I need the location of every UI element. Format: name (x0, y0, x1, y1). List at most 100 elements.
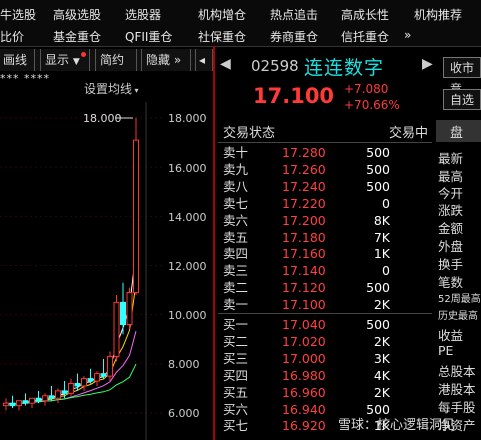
order-book-header: 交易状态 交易中 (218, 122, 432, 141)
stat-label: 笔数 (438, 275, 464, 290)
simple-mode-button[interactable]: 简约 (95, 49, 137, 71)
candle-body (35, 397, 42, 402)
trade-status-label: 交易状态 (223, 126, 276, 141)
level-label: 卖二 (223, 280, 249, 296)
nav-item[interactable]: 券商重仓 (270, 28, 318, 45)
level-volume: 0 (382, 263, 390, 279)
level-label: 卖七 (223, 195, 249, 211)
nav-item[interactable]: 牛选股 (0, 6, 36, 23)
level-price: 16.960 (282, 384, 326, 400)
ask-row[interactable]: 卖三 17.140 0 (218, 262, 432, 279)
level-label: 卖六 (223, 212, 249, 228)
ask-row[interactable]: 卖十 17.280 500 (218, 144, 432, 161)
level-label: 买五 (223, 384, 249, 400)
candle-body (61, 390, 68, 394)
nav-item[interactable]: 信托重仓 (341, 28, 389, 45)
level-price: 17.260 (282, 161, 326, 177)
stats-tab-label: 盘 (450, 126, 464, 141)
display-dropdown[interactable]: 显示 ▼ (40, 49, 90, 71)
stats-panel: 盘 最新 最高 今开 涨跌 金额 外盘 换手 笔数 52周最高 历史最高 收益 PE 总股本 港股本 每手股… (436, 120, 481, 440)
stat-label: PE (438, 343, 454, 358)
candle-body (107, 355, 113, 377)
ask-row[interactable]: 卖六 17.200 8K (218, 212, 432, 229)
level-label: 买六 (223, 401, 249, 417)
collapse-button[interactable]: ◂ (195, 49, 213, 71)
y-tick-label: 14.000 (168, 211, 207, 224)
candle-body (68, 383, 74, 394)
level-volume: 2K (373, 297, 390, 313)
alert-dot-icon (81, 52, 86, 57)
ask-row[interactable]: 卖二 17.120 500 (218, 279, 432, 296)
nav-item[interactable]: 机构推荐 (414, 6, 462, 23)
bid-row[interactable]: 买三 17.000 3K (218, 350, 432, 367)
ask-row[interactable]: 卖九 17.260 500 (218, 161, 432, 178)
level-volume: 3K (373, 350, 390, 366)
nav-item[interactable]: 社保重仓 (198, 28, 246, 45)
candle-body (113, 301, 120, 357)
price-change: +7.080 (344, 82, 389, 96)
stat-label: 外盘 (438, 239, 464, 254)
prev-stock-icon[interactable]: ◀ (220, 56, 231, 72)
watchlist-label: 自选 (450, 93, 475, 107)
bid-row[interactable]: 买四 16.980 4K (218, 367, 432, 384)
quote-header: ◀ 02598 连连数字 ▶ 17.100 +7.080 +70.66% 收市竞… (216, 48, 481, 127)
nav-item[interactable]: 基金重仓 (53, 28, 101, 45)
draw-line-button[interactable]: 画线 (0, 49, 35, 71)
kline-chart-area[interactable]: *** **** 设置均线 ▾ 18.000 16.000 14.000 12.000… (0, 72, 213, 440)
level-price: 17.000 (282, 350, 326, 366)
chart-toolbar: 画线 显示 ▼ 简约 隐藏 » ◂ (0, 49, 213, 71)
level-label: 买二 (223, 333, 249, 349)
level-price: 16.980 (282, 367, 326, 383)
candle-body (3, 402, 9, 407)
stats-tab[interactable]: 盘 (436, 120, 481, 142)
stat-label: 总股本 (438, 364, 476, 379)
ask-row[interactable]: 卖五 17.180 7K (218, 229, 432, 246)
max-price-label: 18.000 (83, 112, 122, 125)
level-label: 卖八 (223, 178, 249, 194)
watchlist-button[interactable]: 自选▾ (443, 89, 481, 127)
nav-item[interactable]: 热点追击 (270, 6, 318, 23)
stat-label: 52周最高 (438, 294, 481, 305)
level-price: 17.220 (282, 195, 326, 211)
hide-button[interactable]: 隐藏 » (141, 49, 191, 71)
next-stock-icon[interactable]: ▶ (422, 56, 433, 72)
nav-item[interactable]: QFII重仓 (125, 28, 172, 45)
price-change-pct: +70.66% (344, 98, 400, 112)
level-label: 卖四 (223, 246, 249, 262)
stat-label: 历史最高 (438, 311, 478, 322)
level-label: 卖十 (223, 145, 249, 160)
candle-body (22, 400, 29, 404)
divider (218, 142, 432, 143)
nav-item[interactable]: 选股器 (125, 6, 161, 23)
bid-row[interactable]: 买二 17.020 2K (218, 333, 432, 350)
nav-more-icon[interactable]: » (404, 28, 411, 42)
stat-label: 涨跌 (438, 203, 464, 218)
nav-item[interactable]: 高级选股 (53, 6, 101, 23)
level-label: 卖九 (223, 161, 249, 177)
level-label: 卖五 (223, 229, 249, 245)
level-price: 17.240 (282, 178, 326, 194)
level-volume: 500 (366, 178, 390, 194)
closing-auction-button[interactable]: 收市竞 (443, 57, 481, 96)
nav-item[interactable]: 机构增仓 (198, 6, 246, 23)
level-volume: 2K (373, 384, 390, 400)
level-label: 卖三 (223, 263, 249, 279)
ask-row[interactable]: 卖八 17.240 500 (218, 178, 432, 195)
level-price: 17.200 (282, 212, 326, 228)
bid-row[interactable]: 买一 17.040 500 (218, 316, 432, 333)
level-price: 17.040 (282, 317, 326, 332)
level-price: 17.120 (282, 280, 326, 296)
stat-label: 收益 (438, 328, 464, 343)
nav-item[interactable]: 高成长性 (341, 6, 389, 23)
double-chevron-right-icon: » (173, 53, 182, 67)
nav-item[interactable]: 比价 (0, 28, 24, 45)
level-volume: 500 (366, 317, 390, 332)
bid-row[interactable]: 买五 16.960 2K (218, 384, 432, 401)
trade-status-value: 交易中 (388, 126, 428, 141)
candle-body (133, 139, 139, 294)
y-tick-label: 8.000 (168, 358, 200, 371)
ask-row[interactable]: 卖七 17.220 0 (218, 195, 432, 212)
ask-row[interactable]: 卖四 17.160 1K (218, 245, 432, 262)
pane-divider[interactable] (213, 46, 215, 440)
ask-row[interactable]: 卖一 17.100 2K (218, 296, 432, 313)
